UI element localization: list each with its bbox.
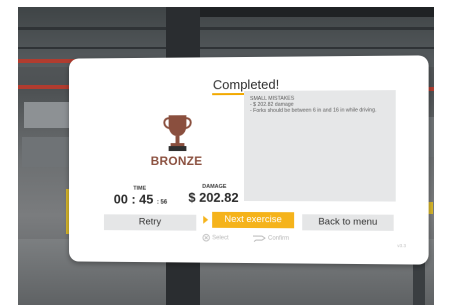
damage-value: $ 202.82 xyxy=(188,189,239,205)
rack-boxes xyxy=(24,102,70,128)
mistake-item: - Forks should be between 6 in and 16 in… xyxy=(249,107,377,114)
forklift-roof xyxy=(200,7,434,17)
forklift-mast xyxy=(166,257,200,305)
trophy-icon xyxy=(161,112,193,152)
back-to-menu-button[interactable]: Back to menu xyxy=(302,214,394,231)
mistakes-box: SMALL MISTAKES - $ 202.82 damage - Forks… xyxy=(244,90,396,202)
select-hint: Select xyxy=(202,234,229,242)
version-label: v3.3 xyxy=(397,243,406,249)
select-button-icon xyxy=(203,234,211,242)
selection-arrow-icon xyxy=(203,215,209,224)
rack-boxes xyxy=(22,137,72,167)
results-panel: Completed! SMALL MISTAKES - $ 202.82 dam… xyxy=(69,55,429,265)
confirm-hint: Confirm xyxy=(252,234,289,242)
trigger-icon xyxy=(252,235,266,242)
next-exercise-button[interactable]: Next exercise xyxy=(212,211,295,229)
ceiling-beam xyxy=(18,27,434,30)
retry-button[interactable]: Retry xyxy=(103,214,197,231)
time-value: 00 : 45 : 56 xyxy=(113,191,168,207)
time-fraction: : 56 xyxy=(156,199,168,206)
medal-label: BRONZE xyxy=(150,154,203,168)
ceiling-beam xyxy=(18,47,434,49)
